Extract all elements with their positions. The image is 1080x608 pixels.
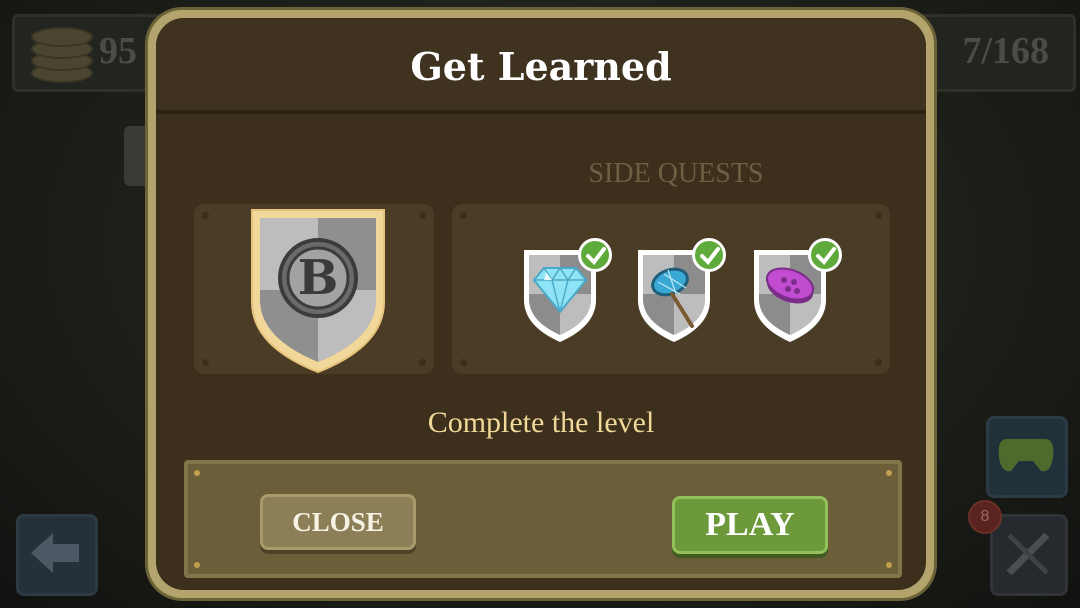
back-button[interactable] [16, 514, 98, 596]
level-dialog: Get Learned SIDE QUESTS B Complete the l… [148, 10, 934, 598]
badge-letter: B [297, 250, 339, 306]
purple-coin-icon [765, 267, 815, 304]
coin-stack-icon [31, 25, 93, 83]
completed-check [808, 238, 842, 272]
completed-check [692, 238, 726, 272]
dialog-body: Get Learned SIDE QUESTS B Complete the l… [156, 18, 926, 590]
diamond-icon [532, 266, 588, 314]
level-progress-value: 7/168 [962, 30, 1049, 72]
level-objective: Complete the level [427, 406, 655, 439]
bug-net-icon [651, 267, 694, 328]
side-quest-diamond[interactable] [522, 238, 622, 358]
checkmark-icon [586, 247, 606, 266]
completed-check [578, 238, 612, 272]
side-quest-net[interactable] [636, 238, 736, 358]
side-quests-heading: SIDE QUESTS [588, 158, 764, 189]
level-badge-shield: B [248, 206, 388, 380]
checkmark-icon [816, 247, 836, 266]
notification-badge: 8 [968, 500, 1002, 534]
battle-button[interactable] [990, 514, 1068, 596]
close-button[interactable]: CLOSE [260, 494, 416, 550]
side-quest-coin[interactable] [752, 238, 852, 358]
game-controller-button[interactable] [986, 416, 1068, 498]
coin-count: 95 [99, 30, 137, 72]
level-title: Get Learned [410, 44, 672, 89]
checkmark-icon [700, 247, 720, 266]
dialog-header: Get Learned [156, 18, 926, 114]
play-button[interactable]: PLAY [672, 496, 828, 554]
back-arrow-icon [31, 533, 79, 573]
dialog-footer: CLOSE PLAY [184, 460, 902, 578]
gamepad-icon [998, 439, 1054, 472]
crossed-swords-icon [1006, 532, 1050, 576]
